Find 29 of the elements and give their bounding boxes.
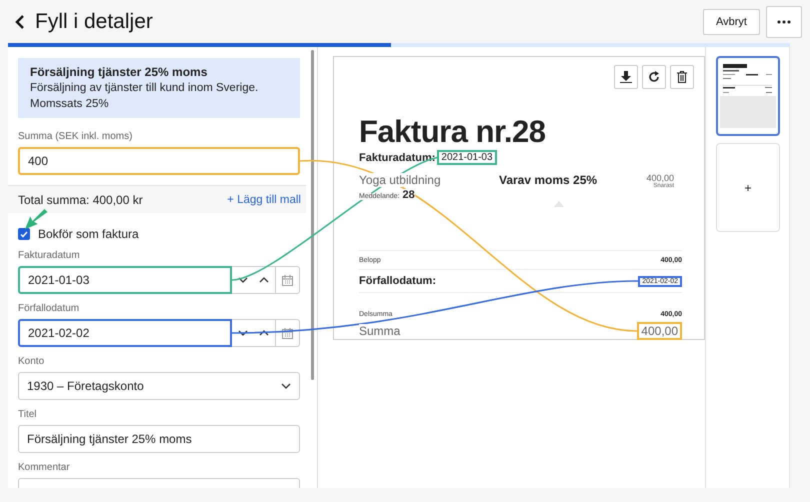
total-label: Summa — [359, 324, 400, 338]
template-title: Försäljning tjänster 25% moms — [30, 64, 208, 80]
field-label: Konto — [18, 356, 46, 368]
add-template-link[interactable]: + Lägg till mall — [227, 194, 301, 206]
field-label: Titel — [18, 409, 38, 421]
total-sum: Total summa: 400,00 kr — [18, 192, 143, 206]
template-description: Försäljning av tjänster till kund inom Sverige. Momssats 25% — [30, 81, 260, 112]
text-field[interactable]: Försäljning tjänster 25% moms — [18, 425, 300, 453]
field-label: Fakturadatum — [18, 250, 81, 262]
field-label: Förfallodatum — [18, 303, 80, 315]
checkbox-label: Bokför som faktura — [38, 227, 139, 241]
message-value: 28 — [402, 189, 415, 201]
cancel-button[interactable]: Avbryt — [703, 8, 760, 34]
field-label: Kommentar — [18, 462, 71, 474]
add-page-button[interactable]: + — [716, 143, 780, 232]
total-value: 400,00 — [637, 322, 682, 340]
customer-name: Yoga utbildning — [359, 173, 441, 187]
page-title: Fyll i detaljer — [35, 10, 154, 34]
invoice-date: 2021-01-03 — [437, 150, 497, 165]
invoice-amount: 400,00 — [646, 173, 674, 183]
date-field[interactable]: 2021-02-02 — [18, 319, 232, 347]
amount-field[interactable]: 400 — [18, 147, 300, 175]
field-label: Summa (SEK inkl. moms) — [18, 131, 134, 143]
select-field[interactable]: 1930 – Företagskonto — [18, 372, 300, 400]
date-field[interactable]: 2021-01-03 — [18, 266, 232, 294]
vat-label: Varav moms 25% — [499, 173, 598, 187]
invoice-date-label: Fakturadatum: — [359, 152, 436, 164]
due-date-label: Förfallodatum: — [359, 275, 436, 287]
invoice-title: Faktura nr.28 — [359, 115, 546, 149]
